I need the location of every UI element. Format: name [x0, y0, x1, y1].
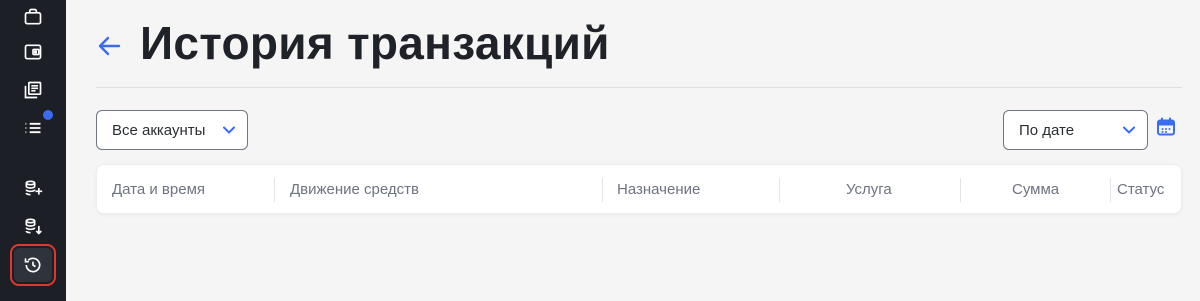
column-divider — [960, 178, 961, 202]
sidebar-item-history[interactable] — [10, 244, 56, 286]
sidebar-item-wallet[interactable] — [14, 35, 52, 69]
column-divider — [274, 178, 275, 202]
page-title: История транзакций — [140, 17, 610, 69]
sidebar — [0, 0, 66, 301]
wallet-icon — [24, 44, 42, 60]
sort-select[interactable]: По дате — [1003, 110, 1148, 150]
sidebar-item-withdraw[interactable] — [14, 209, 52, 243]
column-header-status[interactable]: Статус — [1117, 165, 1164, 213]
sidebar-item-deposit[interactable] — [14, 171, 52, 205]
accounts-select-label: Все аккаунты — [112, 121, 206, 139]
column-divider — [1110, 178, 1111, 202]
sidebar-item-documents[interactable] — [14, 73, 52, 107]
column-header-purpose[interactable]: Назначение — [617, 165, 700, 213]
transactions-table: Дата и время Движение средств Назначение… — [96, 164, 1182, 214]
coins-withdraw-icon — [25, 218, 42, 235]
chevron-down-icon — [223, 126, 235, 134]
briefcase-icon — [24, 8, 42, 25]
documents-icon — [24, 81, 42, 99]
history-icon — [24, 257, 41, 273]
calendar-icon[interactable] — [1156, 117, 1176, 137]
coins-add-icon — [25, 180, 43, 196]
column-header-service[interactable]: Услуга — [846, 165, 892, 213]
column-header-movement[interactable]: Движение средств — [290, 165, 419, 213]
header-divider — [96, 87, 1182, 88]
accounts-select[interactable]: Все аккаунты — [96, 110, 248, 150]
list-icon — [25, 122, 41, 134]
column-divider — [602, 178, 603, 202]
column-divider — [779, 178, 780, 202]
notification-badge — [43, 110, 53, 120]
column-header-amount[interactable]: Сумма — [1012, 165, 1059, 213]
column-header-datetime[interactable]: Дата и время — [112, 165, 205, 213]
chevron-down-icon — [1123, 126, 1135, 134]
back-arrow-icon[interactable] — [96, 34, 122, 58]
sort-select-label: По дате — [1019, 121, 1075, 139]
sidebar-item-briefcase[interactable] — [14, 0, 52, 34]
